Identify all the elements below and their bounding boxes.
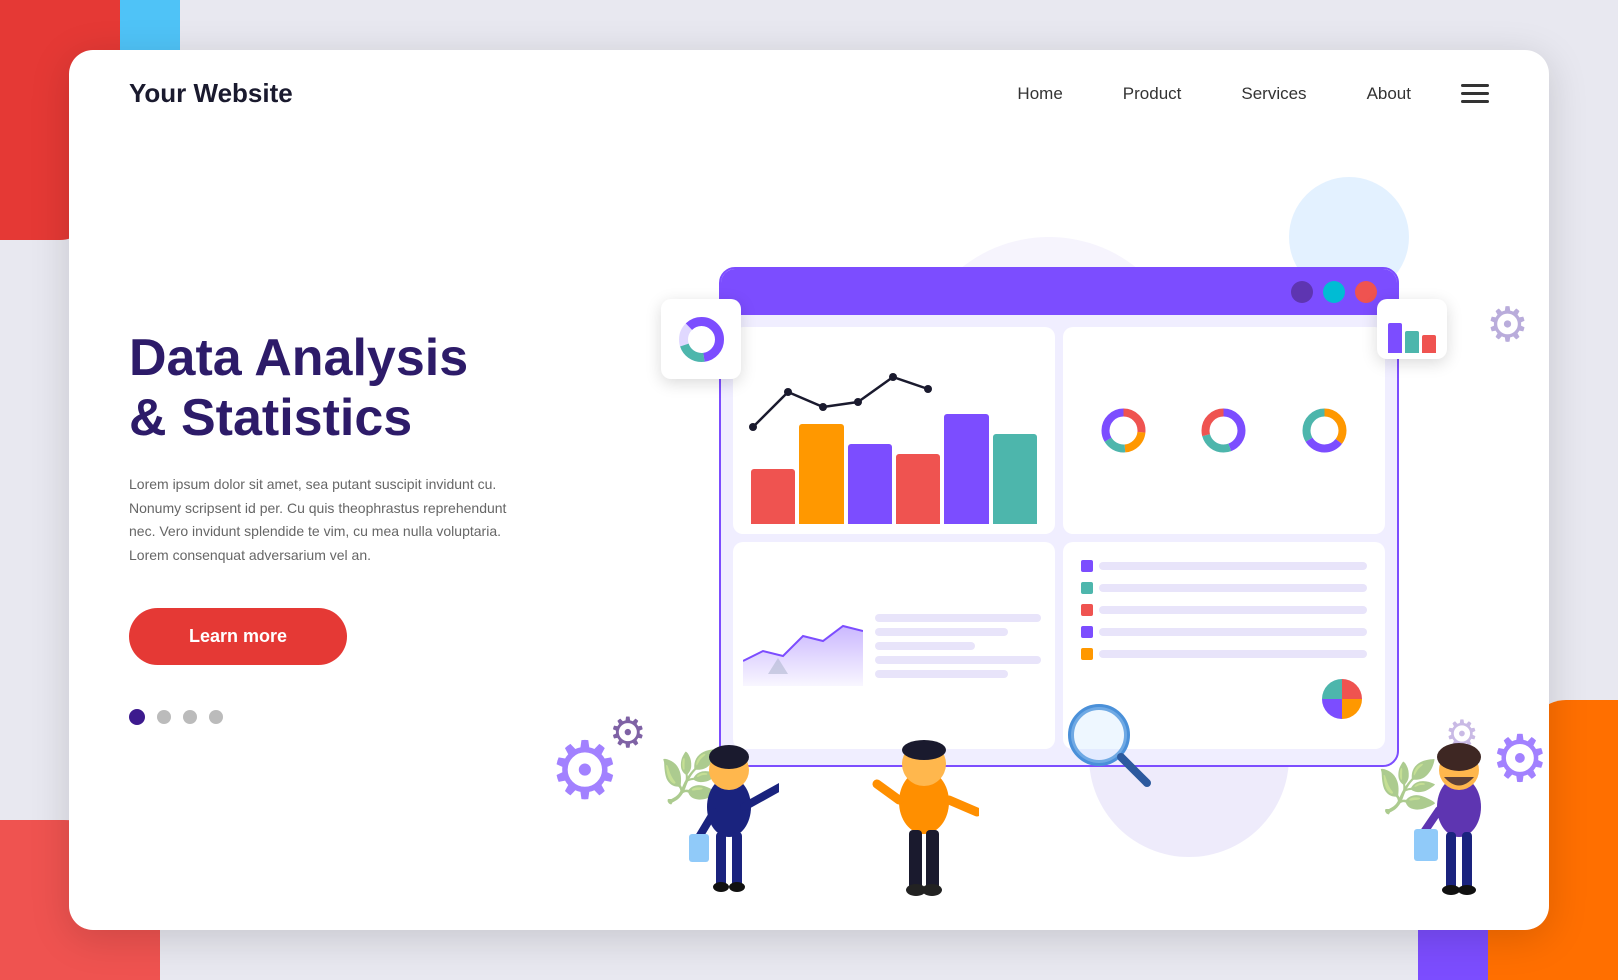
nav-item-product[interactable]: Product	[1123, 84, 1182, 104]
hero-description: Lorem ipsum dolor sit amet, sea putant s…	[129, 473, 509, 568]
donut-charts-panel	[1063, 327, 1385, 534]
area-chart	[743, 606, 863, 686]
hero-title: Data Analysis & Statistics	[129, 329, 589, 449]
logo: Your Website	[129, 78, 293, 109]
bar-2	[799, 424, 843, 524]
bar-3	[848, 444, 892, 524]
data-row-sq-5	[1081, 648, 1367, 660]
navbar: Your Website Home Product Services About	[69, 50, 1549, 137]
dashboard-window	[719, 267, 1399, 767]
mini-pie-chart	[1317, 674, 1367, 724]
bar-6	[993, 434, 1037, 524]
nav-item-home[interactable]: Home	[1017, 84, 1062, 104]
data-row-sq-3	[1081, 604, 1367, 616]
data-rows-left	[871, 610, 1045, 682]
window-button-purple[interactable]	[1291, 281, 1313, 303]
data-row-2	[875, 628, 1008, 636]
nav-link-home[interactable]: Home	[1017, 84, 1062, 103]
left-panel: Data Analysis & Statistics Lorem ipsum d…	[129, 329, 629, 725]
carousel-dots	[129, 709, 589, 725]
bar-chart	[743, 404, 1045, 524]
person-mid	[869, 712, 979, 927]
row-bar-3	[1099, 606, 1367, 614]
row-bar-2	[1099, 584, 1367, 592]
person-left	[679, 722, 779, 927]
row-bar-5	[1099, 650, 1367, 658]
hamburger-line-3	[1461, 100, 1489, 103]
window-button-red[interactable]	[1355, 281, 1377, 303]
magnifier-svg	[1059, 695, 1159, 795]
nav-item-about[interactable]: About	[1367, 84, 1411, 104]
nav-link-services[interactable]: Services	[1241, 84, 1306, 103]
square-icon-4	[1081, 626, 1093, 638]
person-mid-svg	[869, 712, 979, 922]
nav-links: Home Product Services About	[1017, 84, 1411, 104]
hero-title-line2: & Statistics	[129, 389, 412, 447]
bar-5	[944, 414, 988, 524]
right-panel: ⚙ ⚙ ⚙ ⚙ ⚙ 🌿 🌿	[629, 137, 1489, 917]
float-bar-3	[1422, 335, 1436, 353]
magnifier-icon	[1059, 695, 1159, 795]
donut-chart-1	[1096, 403, 1151, 458]
bar-1	[751, 469, 795, 524]
gear-icon-3: ⚙	[1486, 297, 1529, 353]
square-icon-2	[1081, 582, 1093, 594]
floating-donut-widget	[661, 299, 741, 379]
donut-chart-3	[1297, 403, 1352, 458]
hero-title-line1: Data Analysis	[129, 329, 468, 387]
data-row-4	[875, 656, 1041, 664]
main-card: Your Website Home Product Services About	[69, 50, 1549, 930]
person-right	[1409, 722, 1509, 927]
square-icon-5	[1081, 648, 1093, 660]
square-icon-1	[1081, 560, 1093, 572]
nav-link-product[interactable]: Product	[1123, 84, 1182, 103]
window-button-cyan[interactable]	[1323, 281, 1345, 303]
row-bar-1	[1099, 562, 1367, 570]
dot-3[interactable]	[183, 710, 197, 724]
float-bar-2	[1405, 331, 1419, 353]
nav-link-about[interactable]: About	[1367, 84, 1411, 103]
hamburger-line-1	[1461, 84, 1489, 87]
data-row-5	[875, 670, 1008, 678]
dot-4[interactable]	[209, 710, 223, 724]
bar-chart-panel	[733, 327, 1055, 534]
data-row-3	[875, 642, 975, 650]
data-row-sq-1	[1081, 560, 1367, 572]
person-left-svg	[679, 722, 779, 922]
dot-2[interactable]	[157, 710, 171, 724]
row-bar-4	[1099, 628, 1367, 636]
floating-bar-widget	[1377, 299, 1447, 359]
hamburger-line-2	[1461, 92, 1489, 95]
data-row-1	[875, 614, 1041, 622]
bar-4	[896, 454, 940, 524]
window-titlebar	[721, 269, 1397, 315]
donut-chart-2	[1196, 403, 1251, 458]
learn-more-button[interactable]: Learn more	[129, 608, 347, 665]
float-bar-1	[1388, 323, 1402, 353]
data-row-sq-4	[1081, 626, 1367, 638]
content-area: Data Analysis & Statistics Lorem ipsum d…	[69, 137, 1549, 917]
data-row-sq-2	[1081, 582, 1367, 594]
square-icon-3	[1081, 604, 1093, 616]
person-right-svg	[1409, 722, 1509, 922]
hamburger-menu[interactable]	[1461, 84, 1489, 103]
float-donut-chart	[674, 312, 729, 367]
nav-item-services[interactable]: Services	[1241, 84, 1306, 104]
dot-1[interactable]	[129, 709, 145, 725]
